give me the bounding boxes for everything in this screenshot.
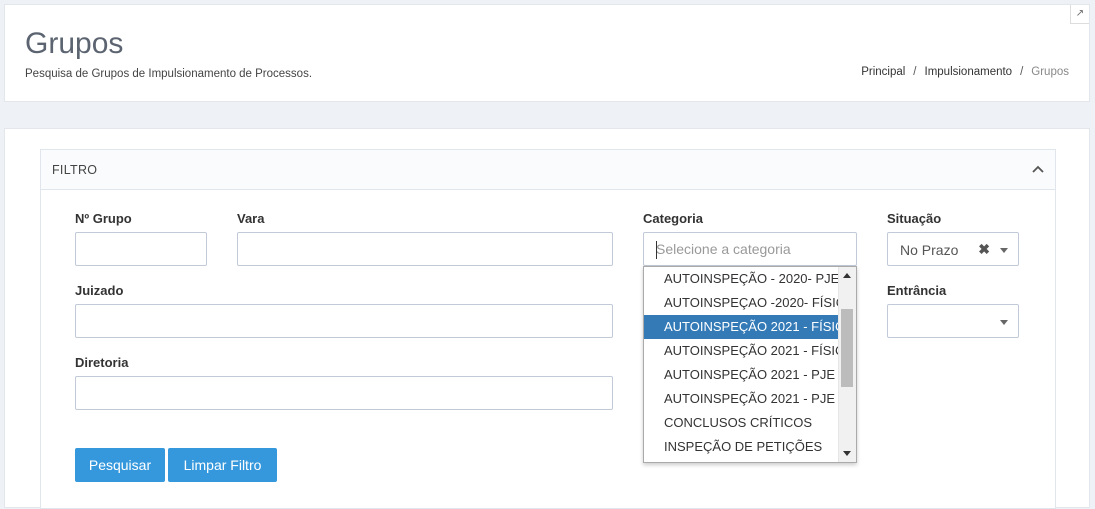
numero-grupo-field[interactable] — [75, 232, 207, 266]
diretoria-label: Diretoria — [75, 355, 129, 370]
categoria-option[interactable]: AUTOINSPEÇÃO 2021 - PJE - P — [644, 387, 839, 411]
vara-input[interactable] — [238, 233, 612, 265]
fullscreen-icon[interactable]: ↗ — [1070, 5, 1089, 24]
juizado-field[interactable] — [75, 304, 613, 338]
clear-filter-button[interactable]: Limpar Filtro — [168, 448, 277, 482]
numero-grupo-label: Nº Grupo — [75, 211, 132, 226]
breadcrumb-impulsionamento[interactable]: Impulsionamento — [925, 66, 1013, 78]
categoria-option[interactable]: AUTOINSPEÇÃO - 2020- PJE — [644, 267, 839, 291]
entrancia-label: Entrância — [887, 283, 947, 298]
situacao-label: Situação — [887, 211, 942, 226]
categoria-search-input[interactable] — [644, 233, 856, 265]
search-button[interactable]: Pesquisar — [75, 448, 165, 482]
scroll-up-icon[interactable] — [843, 273, 851, 278]
page-subtitle: Pesquisa de Grupos de Impulsionamento de… — [25, 68, 313, 80]
situacao-selected-value: No Prazo — [900, 242, 959, 258]
diretoria-input[interactable] — [76, 377, 612, 409]
vara-label: Vara — [237, 211, 265, 226]
categoria-option[interactable]: AUTOINSPEÇAO -2020- FÍSICOS — [644, 291, 839, 315]
page-header: Grupos Pesquisa de Grupos de Impulsionam… — [4, 4, 1090, 102]
numero-grupo-input[interactable] — [76, 233, 206, 265]
categoria-field[interactable] — [643, 232, 857, 266]
categoria-option[interactable]: CONCLUSOS CRÍTICOS — [644, 411, 839, 435]
breadcrumb: Principal / Impulsionamento / Grupos — [861, 66, 1069, 78]
clear-icon[interactable]: ✖ — [978, 241, 990, 258]
categoria-option[interactable]: AUTOINSPEÇÃO 2021 - FÍSICOS — [644, 339, 839, 363]
categoria-options-list: AUTOINSPEÇÃO - 2020- PJE AUTOINSPEÇAO -20… — [644, 267, 839, 462]
caret-down-icon — [1000, 248, 1008, 253]
entrancia-select[interactable] — [887, 304, 1019, 338]
text-cursor — [656, 241, 657, 259]
filter-title: FILTRO — [52, 163, 98, 177]
breadcrumb-separator: / — [1020, 66, 1024, 78]
dropdown-scrollbar[interactable] — [838, 267, 856, 462]
filter-panel-header: FILTRO — [41, 150, 1055, 190]
categoria-dropdown[interactable]: AUTOINSPEÇÃO - 2020- PJE AUTOINSPEÇAO -20… — [643, 266, 857, 463]
situacao-select[interactable]: No Prazo ✖ — [887, 232, 1019, 266]
breadcrumb-separator: / — [913, 66, 917, 78]
categoria-option[interactable]: AUTOINSPEÇÃO 2021 - PJE — [644, 363, 839, 387]
juizado-input[interactable] — [76, 305, 612, 337]
diretoria-field[interactable] — [75, 376, 613, 410]
page-title: Grupos — [25, 27, 124, 60]
chevron-up-icon[interactable] — [1031, 162, 1045, 176]
categoria-option[interactable]: AUTOINSPEÇÃO 2021 - FÍSICOS — [644, 315, 839, 339]
scroll-down-icon[interactable] — [843, 451, 851, 456]
categoria-option[interactable]: INSPEÇÃO DE PETIÇÕES — [644, 435, 839, 459]
scrollbar-thumb[interactable] — [841, 309, 853, 387]
breadcrumb-grupos: Grupos — [1031, 66, 1069, 78]
vara-field[interactable] — [237, 232, 613, 266]
caret-down-icon — [1000, 320, 1008, 325]
categoria-label: Categoria — [643, 211, 703, 226]
juizado-label: Juizado — [75, 283, 124, 298]
breadcrumb-principal[interactable]: Principal — [861, 66, 905, 78]
